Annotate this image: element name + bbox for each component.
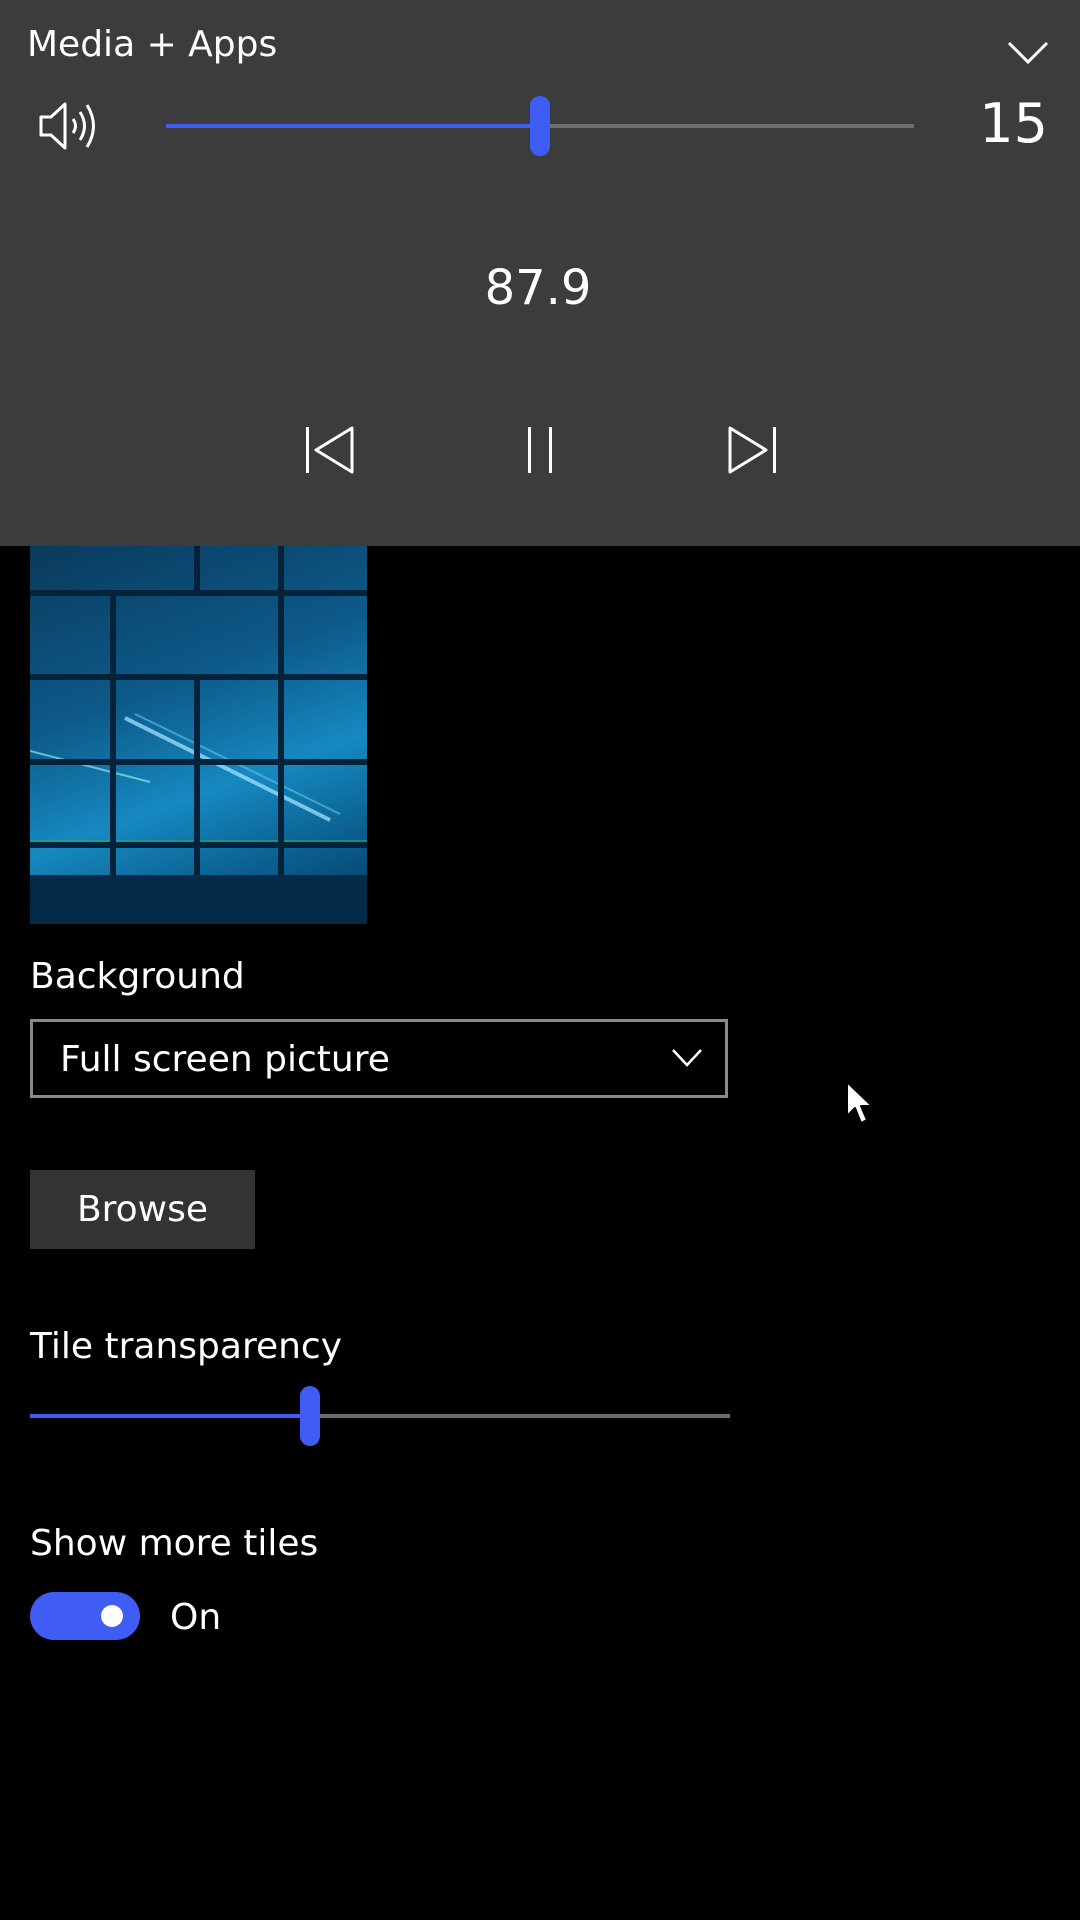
browse-button[interactable]: Browse	[30, 1170, 255, 1249]
app-window: Media + Apps 15 87.9 Background Full scr…	[0, 0, 1080, 1920]
mouse-cursor-icon	[846, 1081, 873, 1124]
next-button[interactable]	[722, 420, 782, 480]
start-preview-image	[30, 546, 367, 924]
background-label: Background	[30, 956, 245, 997]
previous-button[interactable]	[300, 420, 360, 480]
preview-taskbar	[30, 875, 367, 924]
transparency-slider-fill	[30, 1414, 310, 1418]
flyout-title: Media + Apps	[27, 24, 278, 65]
tile-transparency-label: Tile transparency	[30, 1326, 343, 1367]
pause-icon	[528, 427, 552, 473]
chevron-down-icon[interactable]	[1006, 38, 1050, 66]
volume-slider-thumb	[530, 96, 550, 156]
volume-slider[interactable]	[166, 96, 914, 156]
speaker-volume-icon[interactable]	[38, 100, 102, 152]
skip-previous-icon	[306, 426, 354, 474]
volume-flyout: Media + Apps 15 87.9	[0, 0, 1080, 546]
show-more-tiles-label: Show more tiles	[30, 1523, 319, 1564]
chevron-down-icon	[672, 1049, 702, 1067]
radio-station: 87.9	[484, 260, 592, 316]
show-more-tiles-toggle[interactable]	[30, 1592, 140, 1640]
volume-value: 15	[979, 92, 1048, 155]
toggle-knob	[101, 1605, 123, 1627]
tile-transparency-slider[interactable]	[30, 1386, 730, 1446]
skip-next-icon	[728, 426, 776, 474]
background-dropdown[interactable]: Full screen picture	[30, 1019, 728, 1098]
transparency-slider-thumb	[300, 1386, 320, 1446]
volume-slider-fill	[166, 124, 540, 128]
preview-tiles	[30, 546, 367, 875]
background-dropdown-value: Full screen picture	[60, 1039, 390, 1080]
toggle-state-label: On	[170, 1597, 222, 1638]
pause-button[interactable]	[510, 420, 570, 480]
